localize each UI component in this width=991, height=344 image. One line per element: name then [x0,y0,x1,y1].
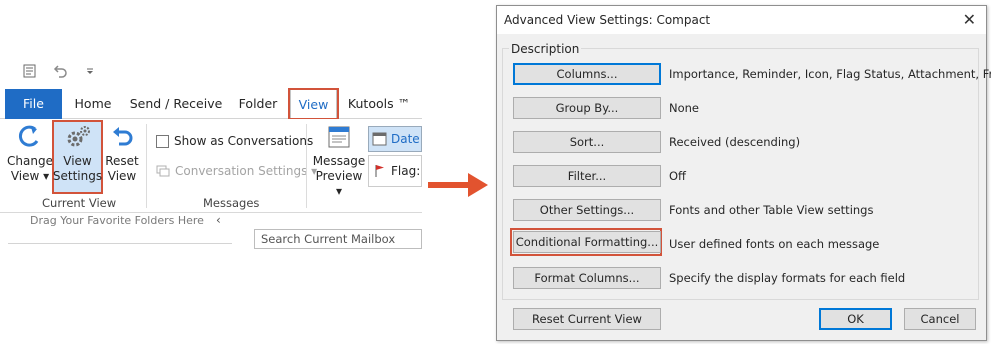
reset-view-line1: Reset [105,154,139,168]
change-view-button[interactable]: Change View ▾ [7,124,53,184]
columns-button[interactable]: Columns... [513,63,661,85]
group-separator [306,124,307,208]
view-tab-highlight [288,88,339,120]
tab-folder[interactable]: Folder [232,89,284,119]
cancel-button[interactable]: Cancel [904,308,976,330]
favorites-bar: Drag Your Favorite Folders Here ‹ [0,213,232,230]
reset-view-line2: View [107,169,137,183]
view-settings-line1: View [63,154,92,168]
close-icon[interactable]: ✕ [963,10,976,29]
ribbon-tabbar: File Home Send / Receive Folder View Kut… [0,89,422,120]
arrange-by-flag[interactable]: Flag: [368,155,422,187]
favorites-hint: Drag Your Favorite Folders Here [30,214,204,227]
other-settings-button[interactable]: Other Settings... [513,199,661,221]
sort-description: Received (descending) [669,135,801,149]
message-preview-button[interactable]: Message Preview ▾ [313,124,365,199]
arrange-date-label: Date [391,132,420,146]
message-preview-icon [328,126,350,148]
dialog-titlebar: Advanced View Settings: Compact ✕ [497,6,986,34]
tab-kutools[interactable]: Kutools ™ [344,89,414,119]
checkbox-box [156,134,169,148]
flag-icon [375,165,384,177]
format-columns-description: Specify the display formats for each fie… [669,271,906,285]
conversation-settings-button[interactable]: Conversation Settings ▾ [156,164,317,178]
reset-view-icon [113,127,133,146]
arrange-flag-label: Flag: [391,164,421,178]
conversation-settings-icon [156,165,170,177]
change-view-icon [19,125,39,147]
tab-file[interactable]: File [5,89,62,119]
conditional-formatting-button[interactable]: Conditional Formatting... [513,231,661,253]
conversation-settings-label: Conversation Settings ▾ [175,164,318,178]
columns-description: Importance, Reminder, Icon, Flag Status,… [669,67,991,81]
filter-button[interactable]: Filter... [513,165,661,187]
description-legend: Description [509,42,582,56]
favorites-divider [8,243,232,244]
ok-button[interactable]: OK [819,308,892,330]
other-settings-description: Fonts and other Table View settings [669,203,874,217]
send-receive-icon[interactable] [22,63,38,79]
show-as-conversations-label: Show as Conversations [174,134,314,148]
filter-description: Off [669,169,686,183]
conditional-formatting-description: User defined fonts on each message [669,237,880,251]
outlook-ribbon: File Home Send / Receive Folder View Kut… [0,0,422,344]
gear-icon [67,126,90,147]
search-input[interactable]: Search Current Mailbox [254,229,422,249]
calendar-icon [372,132,387,146]
customize-qat-icon[interactable] [82,63,98,79]
collapse-chevron-icon[interactable]: ‹ [216,213,221,227]
message-preview-line1: Message [312,154,366,168]
group-by-button[interactable]: Group By... [513,97,661,119]
view-settings-button[interactable]: View Settings [52,124,103,184]
dialog-title: Advanced View Settings: Compact [504,13,711,27]
change-view-line2: View ▾ [10,169,50,183]
arrange-by-date[interactable]: Date [368,126,422,152]
sort-button[interactable]: Sort... [513,131,661,153]
group-by-description: None [669,101,700,115]
view-settings-line2: Settings [52,169,103,183]
current-view-group-label: Current View [42,196,117,210]
group-separator [146,124,147,208]
tab-home[interactable]: Home [68,89,118,119]
messages-group-label: Messages [203,196,260,210]
right-arrow-icon [428,173,488,197]
change-view-line1: Change [7,154,53,168]
reset-current-view-button[interactable]: Reset Current View [513,308,661,330]
message-preview-line2: Preview ▾ [315,169,363,198]
undo-icon[interactable] [52,63,68,79]
advanced-view-settings-dialog: Advanced View Settings: Compact ✕ Descri… [496,5,991,341]
tab-send-receive[interactable]: Send / Receive [128,89,224,119]
quick-access-toolbar [22,60,98,82]
reset-view-button[interactable]: Reset View [104,124,140,184]
show-as-conversations-checkbox[interactable]: Show as Conversations [156,134,313,148]
format-columns-button[interactable]: Format Columns... [513,267,661,289]
